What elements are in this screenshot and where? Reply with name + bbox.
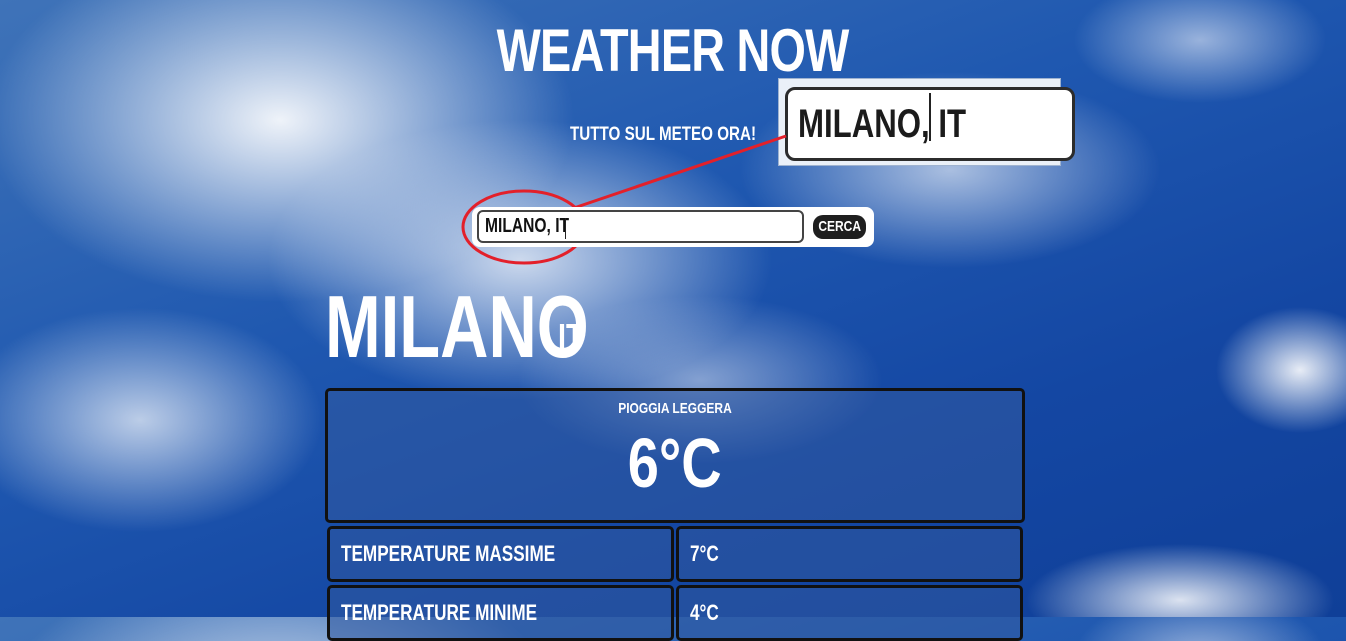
text-caret [565, 218, 566, 239]
city-name: MILANO [325, 277, 589, 376]
app-title: WEATHER NOW [497, 17, 850, 84]
country-code: IT [558, 316, 584, 357]
current-weather-card: PIOGGIA LEGGERA 6°C [325, 388, 1025, 523]
search-bar: MILANO, IT CERCA [472, 207, 874, 247]
search-button[interactable]: CERCA [813, 215, 866, 239]
annotation-connector-line [567, 134, 787, 212]
search-input-value: MILANO, IT [485, 215, 570, 237]
annotation-overlay [461, 134, 787, 265]
weather-description: PIOGGIA LEGGERA [618, 400, 732, 417]
detail-label-min: TEMPERATURE MINIME [327, 585, 674, 641]
zoom-callout-caret [929, 93, 931, 141]
search-input[interactable]: MILANO, IT [477, 210, 804, 243]
zoom-callout-text: MILANO, IT [798, 101, 967, 146]
detail-label-max: TEMPERATURE MASSIME [327, 526, 674, 582]
current-temperature: 6°C [627, 424, 722, 502]
app-subtitle: TUTTO SUL METEO ORA! [570, 124, 757, 145]
detail-value-min: 4°C [676, 585, 1023, 641]
location-heading: MILANO IT [325, 276, 672, 378]
zoom-callout: MILANO, IT [778, 78, 1075, 166]
detail-value-max: 7°C [676, 526, 1023, 582]
